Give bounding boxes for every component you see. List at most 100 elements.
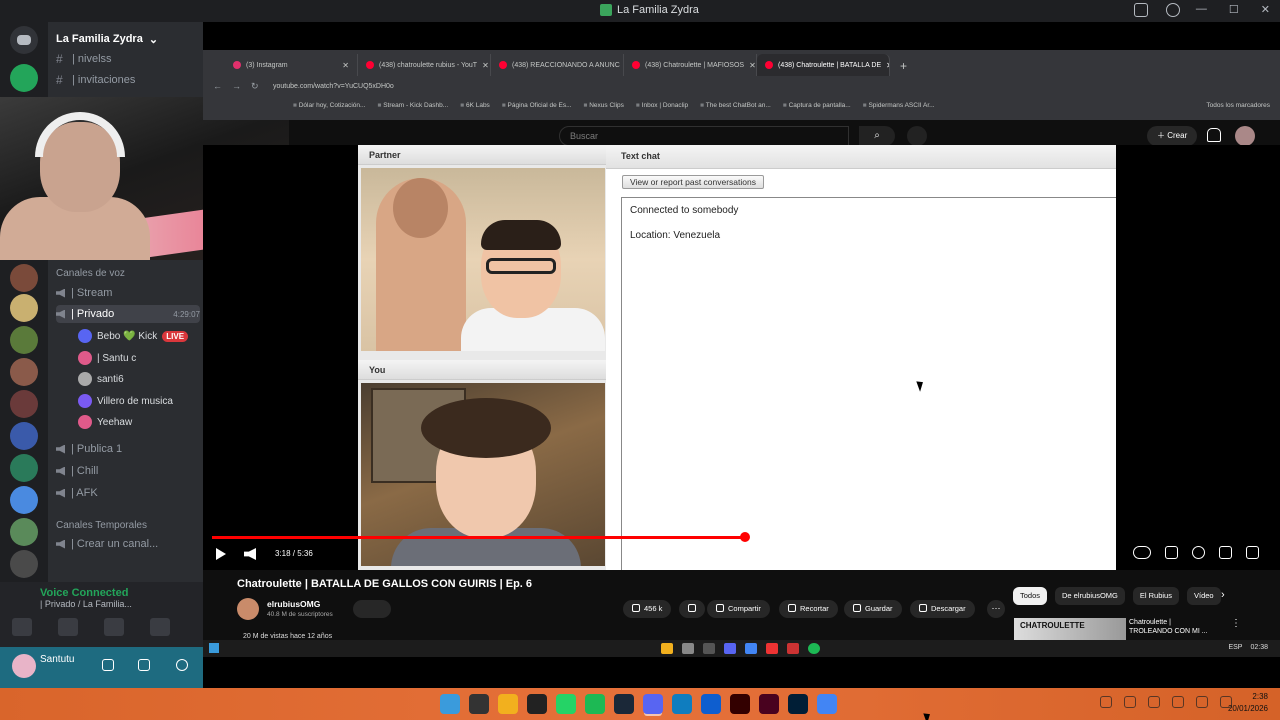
save-button[interactable]: Guardar: [844, 600, 902, 618]
capcut-icon[interactable]: [527, 694, 547, 714]
filter-chip[interactable]: Vídeo: [1186, 587, 1221, 605]
server-icon[interactable]: [10, 358, 38, 386]
whatsapp-icon[interactable]: [556, 694, 576, 714]
channel-crear[interactable]: | Crear un canal...: [56, 535, 200, 553]
edge-icon[interactable]: [672, 694, 692, 714]
voice-search-icon[interactable]: [907, 126, 927, 146]
mic-icon[interactable]: [102, 659, 114, 671]
search-icon[interactable]: [469, 694, 489, 714]
start-icon[interactable]: [440, 694, 460, 714]
fullscreen-icon[interactable]: [1246, 546, 1259, 559]
create-button[interactable]: ＋ Crear: [1147, 126, 1198, 146]
reload-icon[interactable]: ↻: [251, 81, 259, 92]
inbox-icon[interactable]: [1134, 3, 1148, 17]
search-input[interactable]: Buscar: [559, 126, 849, 146]
address-bar[interactable]: youtube.com/watch?v=YuCUQ5xDH0o: [263, 80, 1183, 94]
browser-tab[interactable]: (438) chatroulette rubius - YouT ✕: [358, 54, 491, 76]
mic-icon[interactable]: [1172, 696, 1184, 708]
bookmark[interactable]: Página Oficial de Es...: [502, 102, 572, 109]
browser-tab[interactable]: (438) REACCIONANDO A ANUNC✕: [491, 54, 624, 76]
tray-app-icon[interactable]: [1124, 696, 1136, 708]
file-explorer-icon[interactable]: [498, 694, 518, 714]
channel-stream[interactable]: | Stream: [56, 284, 200, 302]
clip-button[interactable]: Recortar: [779, 600, 838, 618]
server-icon[interactable]: [10, 264, 38, 292]
server-icon[interactable]: [10, 486, 38, 514]
teamviewer-icon[interactable]: [701, 694, 721, 714]
voice-user[interactable]: Villero de musica: [78, 392, 173, 410]
bookmark[interactable]: 6K Labs: [460, 102, 490, 109]
channel-name[interactable]: elrubiusOMG: [267, 599, 320, 609]
filter-chip[interactable]: El Rubius: [1132, 587, 1179, 605]
discord-icon[interactable]: [643, 694, 663, 714]
browser-tab[interactable]: (3) Instagram ✕: [225, 54, 358, 76]
channel-privado[interactable]: | Privado 4:29:07: [56, 305, 200, 323]
close-tab-icon[interactable]: ✕: [482, 61, 489, 70]
bookmark[interactable]: Inbox | Donaclip: [636, 102, 689, 109]
tray-app-icon[interactable]: [1148, 696, 1160, 708]
channel-afk[interactable]: | AFK: [56, 484, 200, 502]
server-icon[interactable]: [10, 550, 38, 578]
display-icon[interactable]: [1196, 696, 1208, 708]
server-header[interactable]: La Familia Zydra ⌄: [56, 30, 200, 48]
more-actions-button[interactable]: ⋯: [987, 600, 1005, 618]
settings-icon[interactable]: [1192, 546, 1205, 559]
kebab-menu-icon[interactable]: ⋮: [1231, 618, 1241, 629]
server-icon[interactable]: [10, 454, 38, 482]
download-button[interactable]: Descargar: [910, 600, 975, 618]
settings-icon[interactable]: [176, 659, 188, 671]
spotify-icon[interactable]: [585, 694, 605, 714]
autoplay-toggle[interactable]: [1133, 546, 1151, 559]
account-avatar[interactable]: [1235, 126, 1255, 146]
channel-publica-1[interactable]: | Publica 1: [56, 440, 200, 458]
bookmark[interactable]: Stream - Kick Dashb...: [377, 102, 448, 109]
recommendation-title[interactable]: Chatroulette | TROLEANDO CON MI ...: [1129, 618, 1208, 636]
channel-invitaciones[interactable]: # | invitaciones: [56, 71, 200, 89]
screen-share-button[interactable]: [58, 618, 78, 636]
all-bookmarks[interactable]: Todos los marcadores: [1206, 102, 1270, 109]
bookmark[interactable]: Spidermans ASCII Ar...: [863, 102, 934, 109]
server-icon[interactable]: [10, 422, 38, 450]
server-icon[interactable]: [10, 390, 38, 418]
server-icon[interactable]: [10, 294, 38, 322]
dislike-button[interactable]: [679, 600, 705, 618]
server-icon[interactable]: [10, 326, 38, 354]
headphones-icon[interactable]: [138, 659, 150, 671]
voice-user[interactable]: santi6: [78, 370, 124, 388]
illustrator-icon[interactable]: [730, 694, 750, 714]
browser-tab[interactable]: (438) Chatroulette | MAFIOSOS ✕: [624, 54, 757, 76]
chrome-icon[interactable]: [817, 694, 837, 714]
category-temporales[interactable]: Canales Temporales: [56, 516, 200, 534]
scrubber-handle[interactable]: [739, 532, 750, 542]
bookmark[interactable]: The best ChatBot an...: [700, 102, 771, 109]
voice-user[interactable]: Yeehaw: [78, 413, 132, 431]
voice-user[interactable]: | Santu c: [78, 349, 136, 367]
category-voice[interactable]: Canales de voz: [56, 264, 200, 282]
minimize-button[interactable]: —: [1196, 3, 1207, 16]
server-icon[interactable]: [10, 64, 38, 92]
help-icon[interactable]: [1166, 3, 1180, 17]
indesign-icon[interactable]: [759, 694, 779, 714]
channel-chill[interactable]: | Chill: [56, 462, 200, 480]
filter-chip[interactable]: De elrubiusOMG: [1055, 587, 1125, 605]
user-name[interactable]: Santutu: [40, 654, 74, 665]
filter-chip[interactable]: Todos: [1013, 587, 1048, 605]
chevron-right-icon[interactable]: ›: [1221, 589, 1225, 601]
close-tab-icon[interactable]: ✕: [749, 61, 756, 70]
theater-mode-icon[interactable]: [1219, 546, 1232, 559]
browser-tab[interactable]: (438) Chatroulette | BATALLA DE✕: [757, 54, 890, 76]
steam-icon[interactable]: [614, 694, 634, 714]
clock[interactable]: 2:38 20/01/2026: [1228, 691, 1268, 715]
subscribed-bell-button[interactable]: [353, 600, 391, 618]
user-avatar[interactable]: [12, 654, 36, 678]
bookmark[interactable]: Dólar hoy, Cotización...: [293, 102, 366, 109]
recommendation-thumbnail[interactable]: CHATROULETTE: [1014, 618, 1126, 640]
noise-suppression-button[interactable]: [12, 618, 32, 636]
maximize-button[interactable]: ☐: [1229, 3, 1239, 16]
close-tab-icon[interactable]: ✕: [886, 61, 889, 70]
channel-avatar[interactable]: [237, 598, 259, 620]
voice-status-subtitle[interactable]: | Privado / La Familia...: [40, 599, 132, 609]
voice-user[interactable]: Bebo 💚 Kick LIVE: [78, 327, 189, 345]
share-button[interactable]: Compartir: [707, 600, 770, 618]
forward-icon[interactable]: →: [232, 81, 241, 92]
